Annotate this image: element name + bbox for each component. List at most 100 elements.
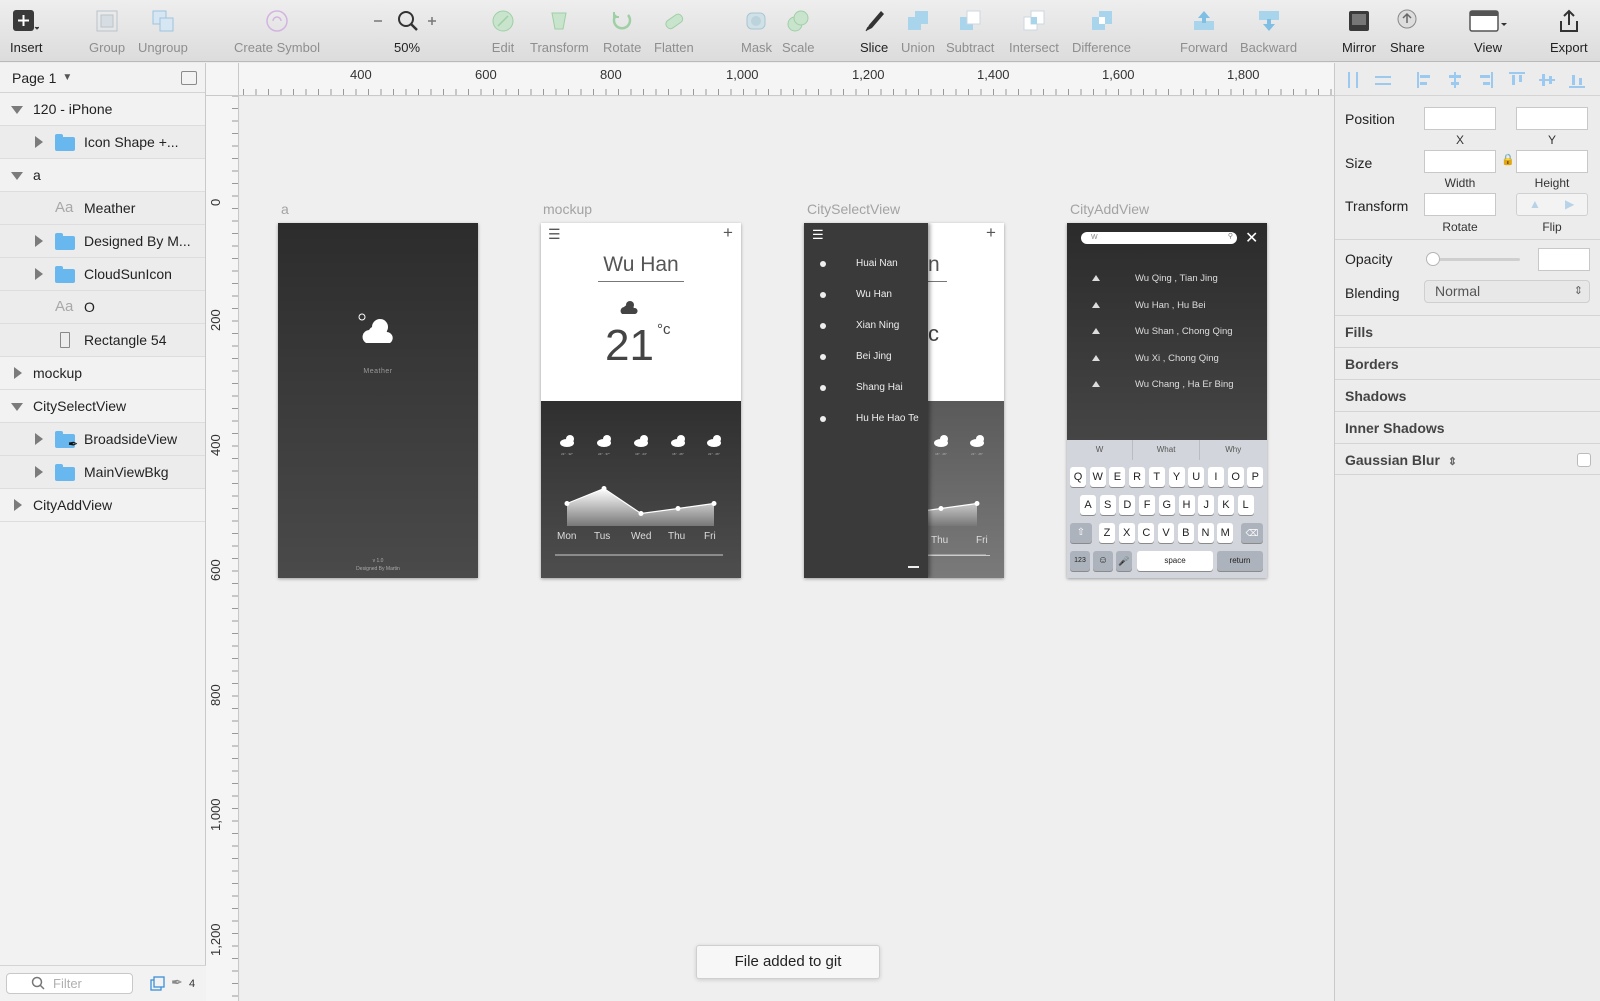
disclosure-open-icon[interactable] — [11, 403, 23, 411]
key-k[interactable]: K — [1217, 495, 1234, 515]
layer-icon-shape[interactable]: Icon Shape +... — [0, 126, 205, 159]
disclosure-closed-icon[interactable] — [35, 433, 43, 445]
search-result-item[interactable]: Wu Qing , Tian Jing — [1135, 273, 1218, 284]
pages-icon[interactable] — [150, 976, 166, 997]
gaussian-blur-section[interactable]: Gaussian Blur ⇕ — [1335, 443, 1600, 475]
key-c[interactable]: C — [1138, 523, 1155, 543]
edit-button[interactable]: Edit — [490, 8, 516, 55]
canvas[interactable]: a Meather v 1.0 Designed By Martin mocku… — [240, 97, 1334, 1001]
difference-button[interactable]: Difference — [1072, 8, 1131, 55]
key-o[interactable]: O — [1227, 467, 1244, 487]
numbers-key[interactable]: 123 — [1070, 551, 1090, 571]
flatten-button[interactable]: Flatten — [654, 8, 694, 55]
layer-meather[interactable]: Aa Meather — [0, 192, 205, 225]
city-drawer[interactable]: ☰ Huai Nan Wu Han Xian Ning Bei Jing Shang H… — [804, 223, 928, 578]
key-i[interactable]: I — [1207, 467, 1224, 487]
key-a[interactable]: A — [1080, 495, 1096, 515]
width-input[interactable] — [1424, 150, 1496, 173]
page-selector[interactable]: Page 1 ▼ — [0, 63, 205, 93]
key-m[interactable]: M — [1217, 523, 1234, 543]
shift-key[interactable]: ⇧ — [1070, 523, 1092, 543]
edit-pen-icon[interactable]: ✒ — [171, 974, 183, 991]
artboard-mockup[interactable]: ☰ + Wu Han 21 °c 21° · 32° 24° · 37° 19° ·… — [541, 223, 741, 578]
city-list-item[interactable]: Xian Ning — [856, 320, 899, 331]
distribute-horizontal-icon[interactable] — [1345, 72, 1361, 88]
menu-icon[interactable]: ☰ — [548, 226, 561, 243]
artboard-title-cityselect[interactable]: CitySelectView — [807, 201, 900, 217]
rotate-input[interactable] — [1424, 193, 1496, 216]
artboard-title-cityadd[interactable]: CityAddView — [1070, 201, 1149, 217]
export-button[interactable]: Export — [1550, 8, 1588, 55]
align-center-horizontal-icon[interactable] — [1447, 72, 1463, 88]
layer-o[interactable]: Aa O — [0, 291, 205, 324]
mask-button[interactable]: Mask — [741, 8, 772, 55]
emoji-key[interactable]: ☺ — [1093, 551, 1113, 571]
layer-mockup[interactable]: mockup — [0, 357, 205, 390]
opacity-input[interactable] — [1538, 248, 1590, 271]
key-t[interactable]: T — [1148, 467, 1165, 487]
disclosure-closed-icon[interactable] — [14, 367, 22, 379]
mic-key[interactable]: 🎤 — [1116, 551, 1132, 571]
align-middle-vertical-icon[interactable] — [1539, 72, 1555, 88]
key-e[interactable]: E — [1109, 467, 1126, 487]
layer-a[interactable]: a — [0, 159, 205, 192]
lock-icon[interactable]: 🔒 — [1501, 153, 1515, 166]
inner-shadows-section[interactable]: Inner Shadows — [1335, 411, 1600, 443]
layer-broadsideview[interactable]: ✒ BroadsideView — [0, 423, 205, 456]
artboard-city-add[interactable]: W ⚲ ✕ Wu Qing , Tian Jing Wu Han , Hu Bei… — [1067, 223, 1267, 578]
disclosure-closed-icon[interactable] — [35, 235, 43, 247]
key-v[interactable]: V — [1158, 523, 1175, 543]
search-result-item[interactable]: Wu Han , Hu Bei — [1135, 300, 1206, 311]
disclosure-closed-icon[interactable] — [35, 268, 43, 280]
slice-button[interactable]: Slice — [860, 8, 888, 55]
disclosure-closed-icon[interactable] — [14, 499, 22, 511]
drawer-handle[interactable] — [908, 566, 919, 568]
collapse-pages-icon[interactable] — [181, 71, 197, 85]
borders-section[interactable]: Borders — [1335, 347, 1600, 379]
space-key[interactable]: space — [1137, 551, 1213, 571]
keyboard-suggestion[interactable]: Why — [1200, 440, 1266, 460]
flip-buttons[interactable]: ▲ ▶ — [1516, 193, 1588, 216]
menu-icon[interactable]: ☰ — [812, 227, 824, 243]
artboard-city-select[interactable]: + n c 21° · 32°24° · 37°19° · 24°16° · 2… — [804, 223, 1004, 578]
key-n[interactable]: N — [1197, 523, 1214, 543]
keyboard-suggestion[interactable]: What — [1134, 440, 1200, 460]
key-s[interactable]: S — [1099, 495, 1116, 515]
create-symbol-button[interactable]: Create Symbol — [234, 8, 320, 55]
key-q[interactable]: Q — [1070, 467, 1086, 487]
layer-cityselectview[interactable]: CitySelectView — [0, 390, 205, 423]
key-j[interactable]: J — [1198, 495, 1215, 515]
key-p[interactable]: P — [1247, 467, 1264, 487]
mirror-button[interactable]: Mirror — [1342, 8, 1376, 55]
search-result-item[interactable]: Wu Chang , Ha Er Bing — [1135, 379, 1234, 390]
key-h[interactable]: H — [1178, 495, 1195, 515]
view-button[interactable]: View — [1468, 8, 1508, 55]
disclosure-open-icon[interactable] — [11, 172, 23, 180]
backward-button[interactable]: Backward — [1240, 8, 1297, 55]
layer-rectangle-54[interactable]: Rectangle 54 — [0, 324, 205, 357]
add-icon[interactable]: + — [723, 223, 733, 243]
zoom-control[interactable]: 50% — [372, 8, 442, 55]
key-d[interactable]: D — [1119, 495, 1136, 515]
filter-input[interactable]: Filter — [6, 973, 133, 994]
disclosure-closed-icon[interactable] — [35, 136, 43, 148]
artboard-title-mockup[interactable]: mockup — [543, 201, 592, 217]
layer-cloudsunicon[interactable]: CloudSunIcon — [0, 258, 205, 291]
distribute-vertical-icon[interactable] — [1375, 72, 1391, 88]
share-button[interactable]: Share — [1390, 8, 1425, 55]
artboard-title-a[interactable]: a — [281, 201, 289, 217]
key-g[interactable]: G — [1158, 495, 1175, 515]
opacity-slider-thumb[interactable] — [1426, 252, 1440, 266]
layer-designed-by[interactable]: Designed By M... — [0, 225, 205, 258]
disclosure-closed-icon[interactable] — [35, 466, 43, 478]
intersect-button[interactable]: Intersect — [1009, 8, 1059, 55]
subtract-button[interactable]: Subtract — [946, 8, 994, 55]
city-search-input[interactable]: W ⚲ — [1081, 232, 1237, 244]
flip-horizontal-icon[interactable]: ▲ — [1529, 197, 1541, 211]
key-b[interactable]: B — [1177, 523, 1194, 543]
align-left-icon[interactable] — [1417, 72, 1433, 88]
key-w[interactable]: W — [1089, 467, 1106, 487]
layer-cityaddview[interactable]: CityAddView — [0, 489, 205, 522]
delete-key[interactable]: ⌫ — [1241, 523, 1263, 543]
key-r[interactable]: R — [1129, 467, 1146, 487]
